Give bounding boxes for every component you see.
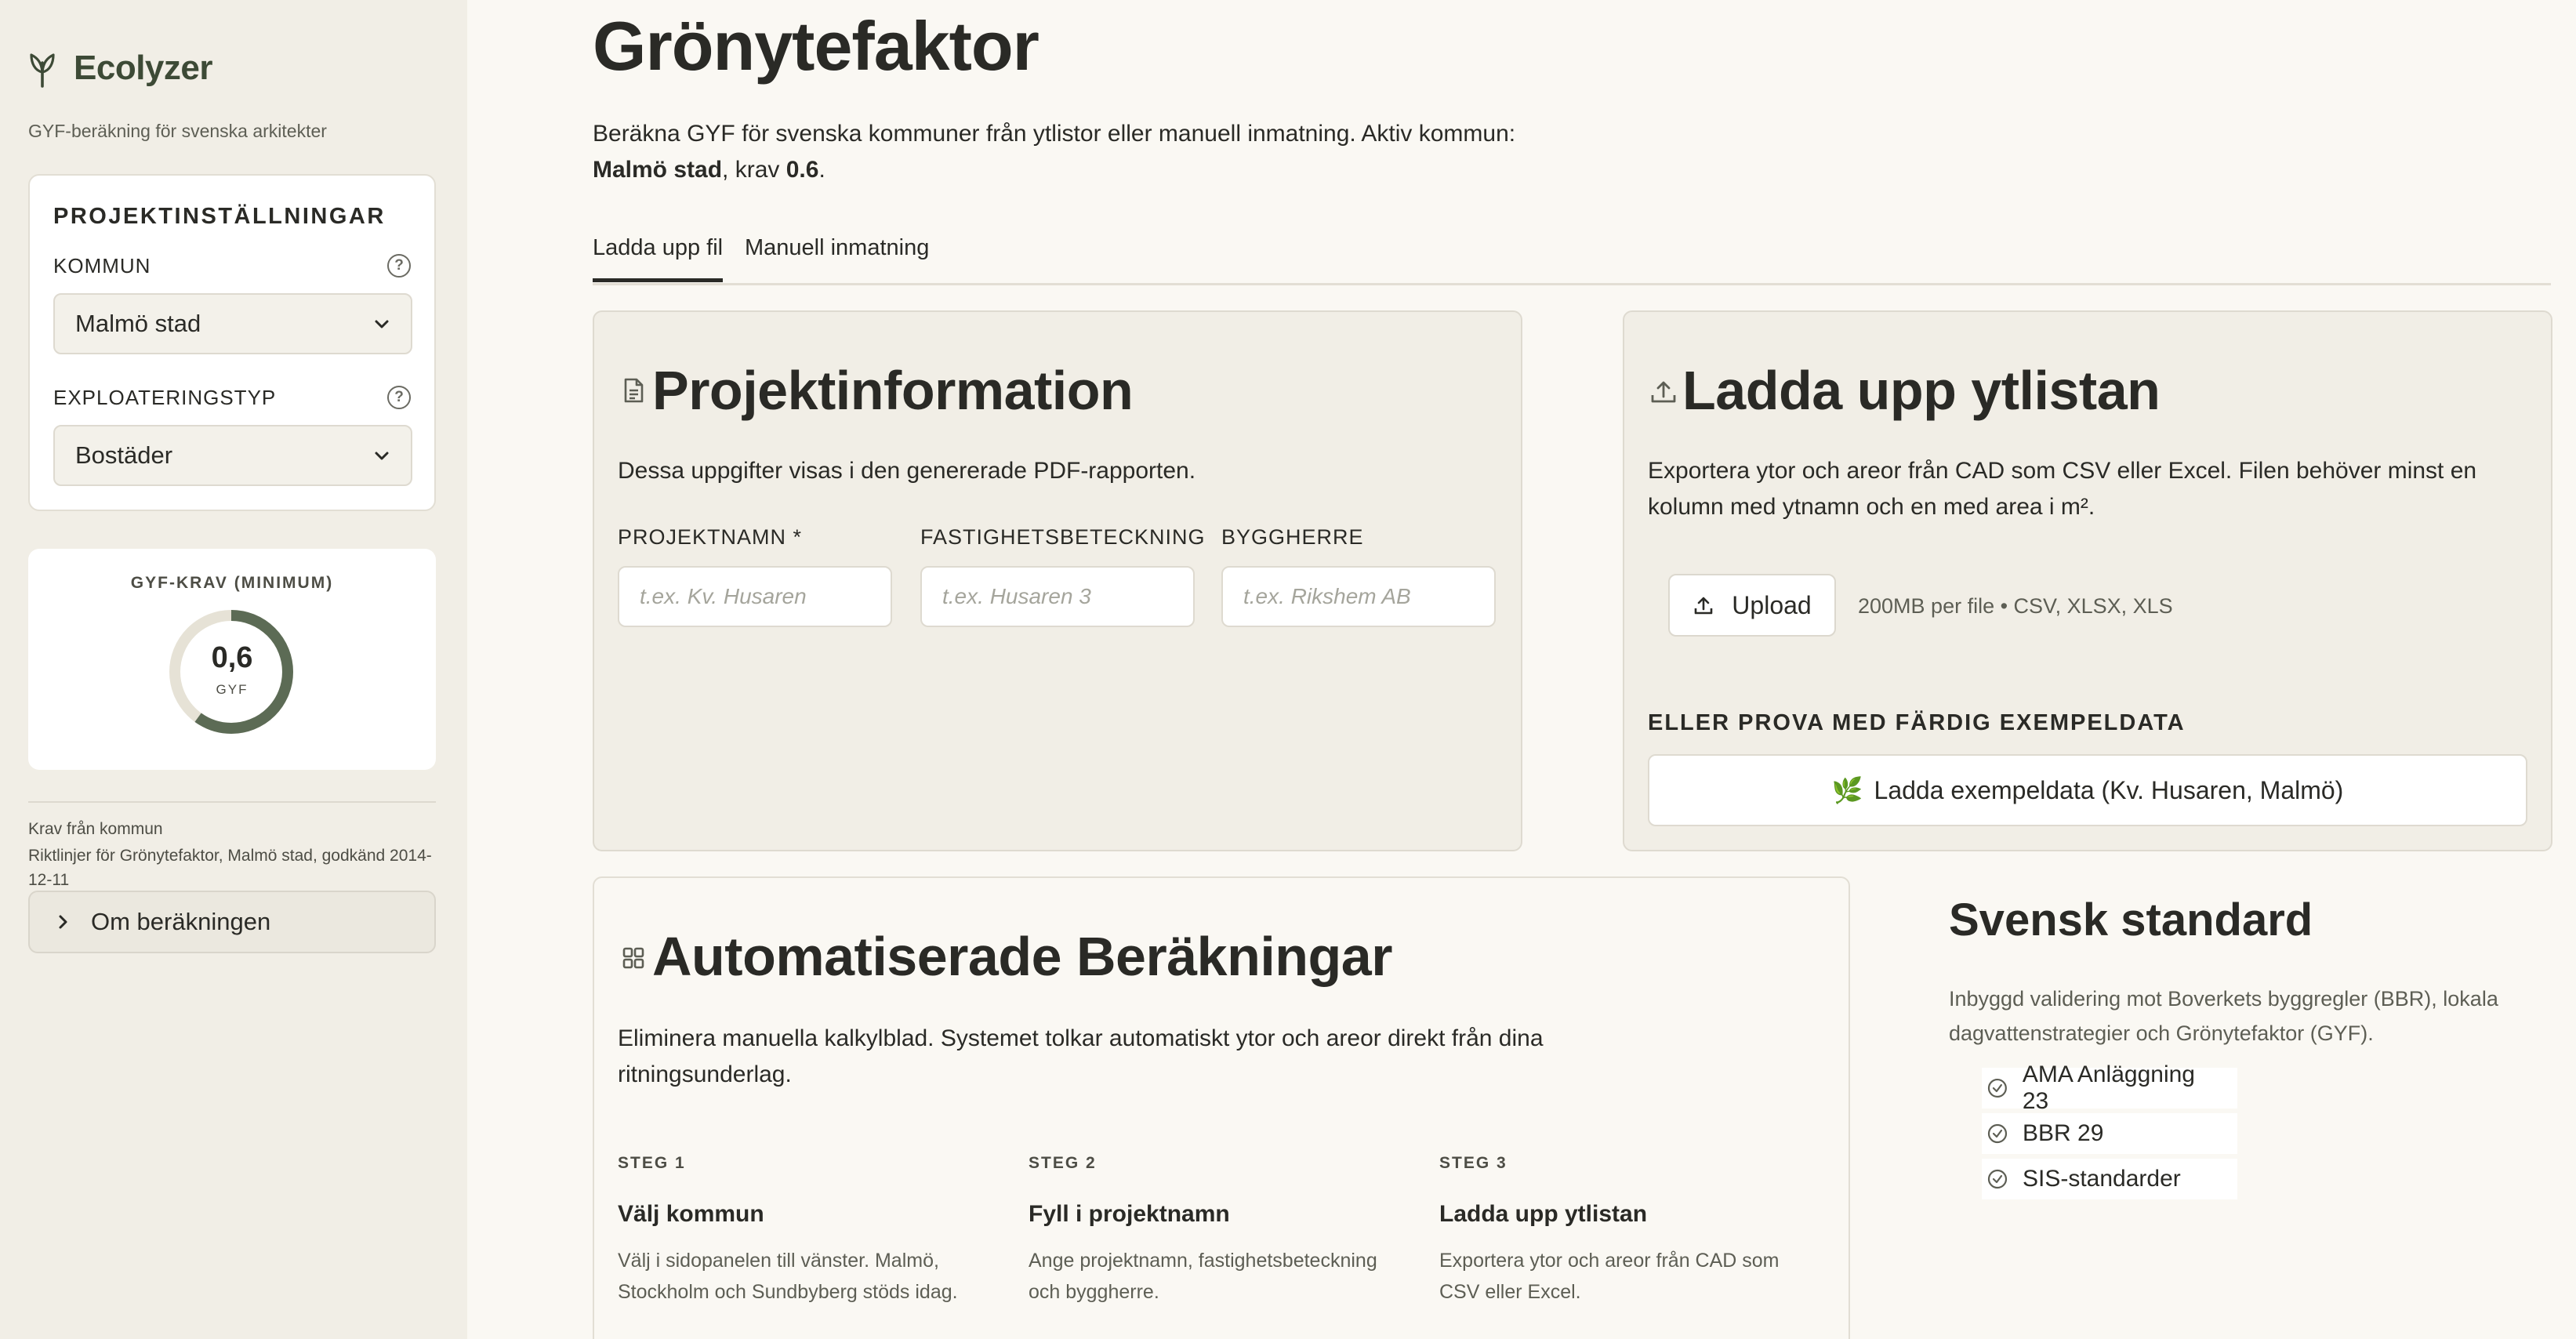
auto-desc-line2: ritningsunderlag. — [618, 1061, 792, 1087]
step-title: Ladda upp ytlistan — [1439, 1201, 1648, 1227]
standard-item-label: SIS-standarder — [2023, 1166, 2181, 1192]
upload-desc-line1: Exportera ytor och areor från CAD som CS… — [1648, 458, 2477, 484]
fastighetsbeteckning-label: FASTIGHETSBETECKNING — [920, 525, 1206, 549]
upload-desc-line2: kolumn med ytnamn och en med area i m². — [1648, 494, 2095, 520]
upload-card: Ladda upp ytlistan Exportera ytor och ar… — [1623, 310, 2552, 851]
upload-button-label: Upload — [1732, 590, 1812, 619]
intro-kommun: Malmö stad — [593, 157, 723, 183]
upload-desc: Exportera ytor och areor från CAD som CS… — [1648, 453, 2476, 525]
krav-text: Riktlinjer för Grönytefaktor, Malmö stad… — [28, 847, 432, 889]
list-item: SIS-standarder — [1982, 1159, 2237, 1199]
intro-text-main: Beräkna GYF för svenska kommuner från yt… — [593, 121, 1516, 147]
settings-title: PROJEKTINSTÄLLNINGAR — [53, 204, 386, 229]
step-1: STEG 1 Välj kommun Välj i sidopanelen ti… — [618, 1154, 994, 1308]
standard-desc: Inbyggd validering mot Boverkets byggreg… — [1949, 987, 2498, 1045]
standard-item-label: BBR 29 — [2023, 1120, 2104, 1146]
krav-label: Krav från kommun — [28, 820, 163, 838]
gyf-requirement-card: GYF-KRAV (MINIMUM) 0,6 GYF — [28, 549, 436, 770]
kommun-select[interactable]: Malmö stad — [53, 293, 412, 354]
auto-title: Automatiserade Beräkningar — [652, 926, 1392, 987]
leaf-icon: 🌿 — [1831, 776, 1863, 804]
step-2: STEG 2 Fyll i projektnamn Ange projektna… — [1029, 1154, 1405, 1308]
load-example-button[interactable]: 🌿 Ladda exempeldata (Kv. Husaren, Malmö) — [1648, 754, 2527, 826]
step-title: Välj kommun — [618, 1201, 764, 1227]
byggherre-label: BYGGHERRE — [1221, 525, 1364, 549]
auto-heading: Automatiserade Beräkningar — [618, 925, 1392, 988]
gyf-title: GYF-KRAV (MINIMUM) — [130, 574, 334, 592]
intro-krav-value: 0.6 — [785, 157, 819, 183]
projektnamn-input[interactable] — [618, 566, 892, 627]
list-item: BBR 29 — [1982, 1113, 2237, 1154]
list-item: AMA Anläggning 23 — [1982, 1061, 2237, 1114]
gyf-unit: GYF — [216, 682, 249, 697]
step-number: STEG 1 — [618, 1154, 686, 1172]
sidebar: Ecolyzer GYF-beräkning för svenska arkit… — [0, 0, 467, 1339]
kommun-select-value: Malmö stad — [75, 310, 201, 337]
intro-krav-prefix: , krav — [722, 157, 786, 183]
check-circle-icon — [1987, 1169, 2008, 1189]
sidebar-divider — [28, 801, 436, 803]
projektnamn-label: PROJEKTNAMN * — [618, 525, 803, 549]
brand[interactable]: Ecolyzer — [28, 49, 212, 88]
standard-list: AMA Anläggning 23 BBR 29 SIS-standarder — [1982, 1061, 2237, 1204]
example-data-label: ELLER PROVA MED FÄRDIG EXEMPELDATA — [1648, 710, 2186, 735]
step-number: STEG 3 — [1439, 1154, 1508, 1172]
about-calculation-label: Om beräkningen — [91, 908, 271, 935]
brand-subtitle: GYF-beräkning för svenska arkitekter — [28, 121, 327, 141]
project-info-card: Projektinformation Dessa uppgifter visas… — [593, 310, 1522, 851]
upload-icon — [1651, 381, 1676, 403]
project-settings-card: PROJEKTINSTÄLLNINGAR KOMMUN ? Malmö stad… — [28, 174, 436, 511]
exploatering-select[interactable]: Bostäder — [53, 425, 412, 486]
chevron-right-icon — [59, 915, 67, 929]
about-calculation-expander[interactable]: Om beräkningen — [28, 891, 436, 953]
step-desc: Ange projektnamn, fastighetsbeteckning o… — [1029, 1250, 1377, 1303]
brand-name: Ecolyzer — [74, 49, 212, 87]
standard-item-label: AMA Anläggning 23 — [2022, 1061, 2195, 1114]
fastighetsbeteckning-input[interactable] — [920, 566, 1195, 627]
intro-end: . — [818, 157, 825, 183]
upload-heading: Ladda upp ytlistan — [1648, 359, 2161, 422]
upload-title: Ladda upp ytlistan — [1682, 360, 2161, 421]
project-info-title: Projektinformation — [652, 360, 1134, 421]
tab-manual-input[interactable]: Manuell inmatning — [745, 235, 929, 278]
step-title: Fyll i projektnamn — [1029, 1201, 1230, 1227]
grid-icon — [622, 947, 644, 969]
standard-title: Svensk standard — [1949, 894, 2313, 945]
byggherre-input[interactable] — [1221, 566, 1496, 627]
upload-button[interactable]: Upload — [1668, 574, 1836, 637]
exploatering-select-value: Bostäder — [75, 441, 173, 469]
step-desc: Exportera ytor och areor från CAD som CS… — [1439, 1250, 1780, 1303]
exploatering-label: EXPLOATERINGSTYP — [53, 386, 277, 409]
step-3: STEG 3 Ladda upp ytlistan Exportera ytor… — [1439, 1154, 1816, 1308]
sprout-logo-icon — [30, 53, 55, 88]
page-title: Grönytefaktor — [593, 7, 1039, 85]
tab-upload-file[interactable]: Ladda upp fil — [593, 235, 724, 282]
upload-arrow-icon — [1694, 597, 1713, 615]
load-example-label: Ladda exempeldata (Kv. Husaren, Malmö) — [1874, 775, 2344, 804]
chevron-down-icon — [375, 320, 389, 328]
exploatering-help-icon[interactable]: ? — [387, 386, 411, 409]
tab-bar: Ladda upp fil Manuell inmatning — [593, 235, 2551, 285]
step-number: STEG 2 — [1029, 1154, 1097, 1172]
kommun-help-icon[interactable]: ? — [387, 254, 411, 278]
auto-desc-line1: Eliminera manuella kalkylblad. Systemet … — [618, 1025, 1544, 1051]
project-info-heading: Projektinformation — [618, 359, 1134, 422]
gyf-value: 0,6 — [211, 641, 253, 674]
intro-text: Beräkna GYF för svenska kommuner från yt… — [593, 116, 1612, 188]
auto-desc: Eliminera manuella kalkylblad. Systemet … — [618, 1021, 1544, 1093]
step-desc: Välj i sidopanelen till vänster. Malmö, … — [618, 1250, 958, 1303]
chevron-down-icon — [375, 452, 389, 460]
check-circle-icon — [1987, 1123, 2008, 1144]
automated-calculations-card: Automatiserade Beräkningar Eliminera man… — [593, 876, 1850, 1339]
project-info-desc: Dessa uppgifter visas i den genererade P… — [618, 458, 1196, 484]
kommun-label: KOMMUN — [53, 254, 151, 278]
upload-hint: 200MB per file • CSV, XLSX, XLS — [1858, 594, 2173, 618]
check-circle-icon — [1987, 1078, 2007, 1098]
document-icon — [624, 378, 644, 403]
